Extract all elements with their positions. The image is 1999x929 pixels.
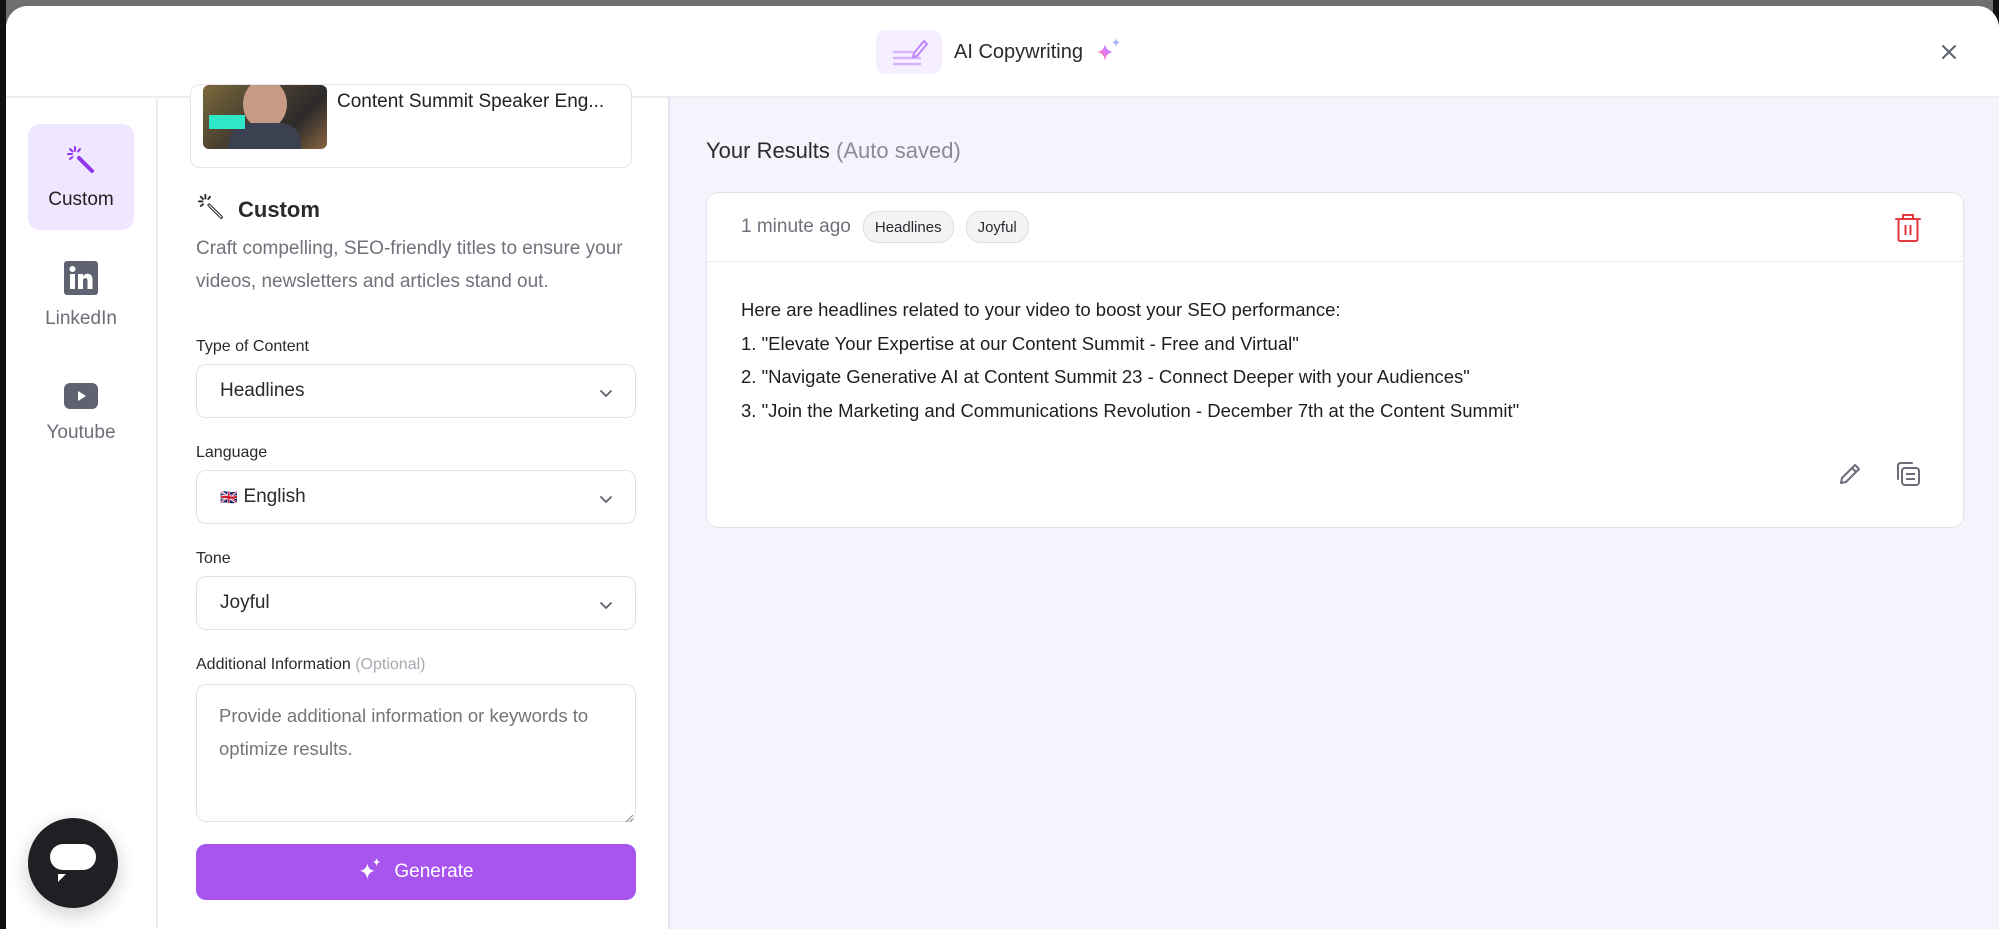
result-line: Here are headlines related to your video…: [741, 299, 1341, 320]
close-icon: [1942, 45, 1956, 59]
chevron-down-icon: [599, 385, 613, 403]
sidebar: Custom LinkedIn Youtube: [6, 98, 158, 929]
section-title: Custom: [238, 196, 320, 222]
copy-button[interactable]: [1895, 461, 1921, 492]
sidebar-item-label: Youtube: [46, 421, 116, 443]
linkedin-icon: [64, 260, 98, 300]
additional-info-input[interactable]: [196, 684, 636, 822]
sidebar-item-linkedin[interactable]: LinkedIn: [28, 242, 134, 348]
chevron-down-icon: [599, 597, 613, 615]
video-title: Content Summit Speaker Eng...: [337, 91, 605, 112]
generate-button[interactable]: Generate: [196, 844, 636, 900]
type-of-content-label: Type of Content: [196, 338, 309, 355]
result-card-header: 1 minute ago Headlines Joyful: [707, 193, 1963, 262]
language-select[interactable]: 🇬🇧 English: [196, 470, 636, 524]
pencil-lines-icon: [876, 30, 942, 74]
tag-chip: Headlines: [862, 211, 954, 243]
additional-info-label-text: Additional Information: [196, 656, 351, 673]
close-button[interactable]: [1939, 42, 1959, 62]
language-label: Language: [196, 444, 268, 461]
sparkles-icon: [358, 856, 384, 888]
sidebar-item-label: Custom: [48, 188, 114, 210]
result-content: Here are headlines related to your video…: [741, 293, 1519, 427]
type-of-content-select[interactable]: Headlines: [196, 364, 636, 418]
result-timestamp: 1 minute ago: [741, 216, 851, 237]
trash-icon: [1895, 214, 1921, 242]
results-title-text: Your Results: [706, 138, 830, 163]
sparkles-icon: [1095, 36, 1123, 69]
result-line: 1. "Elevate Your Expertise at our Conten…: [741, 332, 1299, 354]
sidebar-item-custom[interactable]: Custom: [28, 124, 134, 230]
video-thumbnail: [203, 85, 327, 149]
copy-icon: [1897, 462, 1920, 486]
type-of-content-value: Headlines: [220, 380, 305, 401]
sidebar-item-youtube[interactable]: Youtube: [28, 360, 134, 466]
additional-info-label: Additional Information (Optional): [196, 656, 425, 674]
resize-handle-icon[interactable]: [624, 810, 634, 828]
results-title: Your Results (Auto saved): [706, 138, 961, 164]
form-panel: Content Summit Speaker Eng... Custom Cra…: [158, 84, 668, 929]
modal-title: AI Copywriting: [954, 40, 1083, 63]
result-actions: [1837, 461, 1921, 492]
tone-label: Tone: [196, 550, 231, 567]
edit-button[interactable]: [1837, 461, 1863, 492]
result-line: 2. "Navigate Generative AI at Content Su…: [741, 366, 1470, 387]
generate-label: Generate: [394, 861, 474, 882]
language-value: 🇬🇧 English: [220, 486, 306, 508]
pencil-icon: [1840, 464, 1860, 484]
result-line: 3. "Join the Marketing and Communication…: [741, 399, 1520, 421]
chevron-down-icon: [599, 491, 613, 509]
result-card: 1 minute ago Headlines Joyful Here are h…: [706, 192, 1964, 528]
chat-widget-button[interactable]: [28, 818, 118, 908]
section-header: Custom: [196, 192, 320, 227]
sidebar-item-label: LinkedIn: [45, 307, 117, 329]
results-panel: Your Results (Auto saved) 1 minute ago H…: [668, 98, 1999, 929]
uk-flag-icon: 🇬🇧: [220, 488, 238, 505]
video-card[interactable]: Content Summit Speaker Eng...: [190, 84, 632, 168]
magic-wand-icon: [65, 144, 97, 181]
header-title-group: AI Copywriting: [876, 30, 1123, 74]
chat-bubble-icon: [50, 844, 96, 882]
tone-select[interactable]: Joyful: [196, 576, 636, 630]
language-value-text: English: [243, 486, 306, 507]
tone-value: Joyful: [220, 592, 270, 613]
optional-hint: (Optional): [355, 656, 426, 673]
auto-saved-label: (Auto saved): [836, 138, 961, 163]
tag-chip: Joyful: [965, 211, 1029, 243]
ai-copywriting-modal: AI Copywriting Custom LinkedIn Youtube C…: [6, 6, 1999, 929]
delete-button[interactable]: [1895, 213, 1921, 248]
magic-wand-icon: [196, 192, 226, 227]
youtube-icon: [64, 382, 98, 414]
section-description: Craft compelling, SEO-friendly titles to…: [196, 238, 623, 292]
